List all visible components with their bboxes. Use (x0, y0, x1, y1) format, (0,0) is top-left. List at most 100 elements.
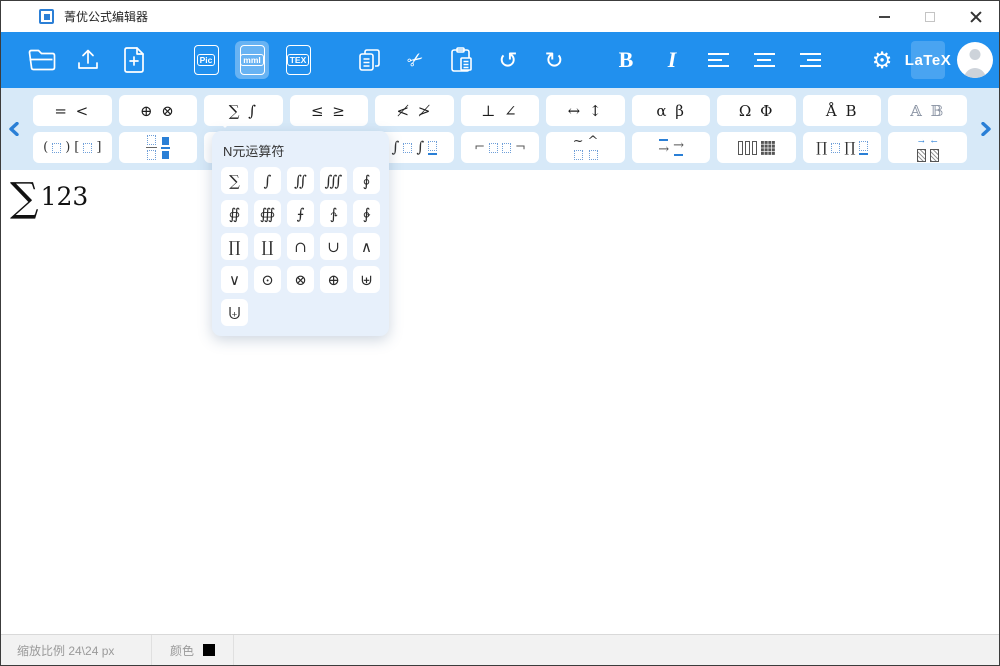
nary-operators-panel: N元运算符 ∑∫∬∭∮∯∰⨍∱∲∏∐∩∪∧∨⊙⊗⊕⊎⨄ (212, 131, 389, 336)
nary-operator-button[interactable]: ∮ (353, 167, 380, 194)
symbol-category-button[interactable]: ≤ ≥ (290, 95, 369, 126)
maximize-button[interactable] (907, 1, 953, 32)
nary-operator-button[interactable]: ∨ (221, 266, 248, 293)
palette-scroll-right[interactable] (973, 122, 999, 136)
export-tex-button[interactable]: TEX (281, 41, 315, 79)
nary-operator-button[interactable]: ∲ (353, 200, 380, 227)
symbol-category-button[interactable]: ∑ ∫ (204, 95, 283, 126)
paste-button[interactable] (445, 41, 479, 79)
formula-expression: 123 (41, 182, 89, 211)
align-left-button[interactable] (701, 41, 735, 79)
product-template-button[interactable] (803, 132, 882, 163)
nary-operator-button[interactable]: ⨍ (287, 200, 314, 227)
nary-operator-button[interactable]: ∭ (320, 167, 347, 194)
nary-operator-button[interactable]: ∧ (353, 233, 380, 260)
nary-operator-button[interactable]: ∱ (320, 200, 347, 227)
open-file-button[interactable] (25, 41, 59, 79)
nary-operator-button[interactable]: ∫ (254, 167, 281, 194)
nary-operator-button[interactable]: ∐ (254, 233, 281, 260)
gear-icon: ⚙ (872, 49, 893, 72)
integral-template-icon (392, 140, 400, 155)
status-bar: 缩放比例 24\24 px 颜色 (1, 634, 999, 665)
symbol-category-button[interactable]: ≮ ≯ (375, 95, 454, 126)
export-pic-button[interactable]: Pic (189, 41, 223, 79)
nary-operator-button[interactable]: ∰ (254, 200, 281, 227)
close-button[interactable] (953, 1, 999, 32)
symbol-category-button[interactable]: α β (632, 95, 711, 126)
redo-button[interactable]: ↻ (537, 41, 571, 79)
tex-file-icon: TEX (286, 45, 311, 75)
nary-operator-button[interactable]: ⊎ (353, 266, 380, 293)
nary-operator-button[interactable]: ⨄ (221, 299, 248, 326)
minimize-button[interactable] (861, 1, 907, 32)
color-swatch[interactable] (203, 644, 215, 656)
nary-operator-button[interactable]: ⊗ (287, 266, 314, 293)
sum-symbol: ∑ (10, 175, 39, 221)
pic-file-icon: Pic (194, 45, 219, 75)
arrow-template-icon (658, 139, 669, 156)
palette-category-row: = <⊕ ⊗∑ ∫≤ ≥≮ ≯⊥ ∠↔ ↕α βΩ ΦÅ B𝔸 𝔹 (33, 95, 967, 126)
nary-operator-button[interactable]: ⊙ (254, 266, 281, 293)
paren-template-icon (43, 141, 48, 154)
formula-editor-canvas[interactable]: ∑123 (1, 170, 999, 634)
undo-icon: ↺ (498, 49, 517, 72)
matrix-template-icon (738, 141, 757, 155)
nary-operator-button[interactable]: ∏ (221, 233, 248, 260)
new-formula-button[interactable] (117, 41, 151, 79)
chevron-left-icon (9, 122, 19, 136)
redo-icon: ↻ (544, 49, 563, 72)
align-right-icon (800, 53, 821, 67)
cut-button[interactable]: ✂ (399, 41, 433, 79)
nary-operator-button[interactable]: ⊕ (320, 266, 347, 293)
symbol-category-button[interactable]: ⊕ ⊗ (119, 95, 198, 126)
color-label: 颜色 (170, 642, 194, 659)
chevron-right-icon (981, 122, 991, 136)
nary-operator-button[interactable]: ∬ (287, 167, 314, 194)
symbol-category-button[interactable]: 𝔸 𝔹 (888, 95, 967, 126)
bold-button[interactable]: B (609, 41, 643, 79)
title-bar: 菁优公式编辑器 (1, 1, 999, 32)
bold-label: B (619, 47, 634, 73)
arrow-template-button[interactable] (632, 132, 711, 163)
italic-button[interactable]: I (655, 41, 689, 79)
palette-scroll-left[interactable] (1, 122, 27, 136)
brackets-template-button[interactable] (33, 132, 112, 163)
symbol-category-button[interactable]: ↔ ↕ (546, 95, 625, 126)
formula-content[interactable]: ∑123 (10, 178, 999, 218)
latex-mode-button[interactable]: LaTeX (911, 41, 945, 79)
window-title: 菁优公式编辑器 (64, 8, 148, 25)
upload-icon (75, 47, 101, 73)
accent-template-icon (573, 135, 584, 160)
symbol-category-button[interactable]: ⊥ ∠ (461, 95, 540, 126)
hatch-template-button[interactable] (888, 132, 967, 163)
fraction-template-button[interactable] (119, 132, 198, 163)
zoom-status: 缩放比例 24\24 px (1, 635, 151, 665)
settings-button[interactable]: ⚙ (865, 41, 899, 79)
close-icon (970, 11, 982, 23)
symbol-category-button[interactable]: Ω Φ (717, 95, 796, 126)
export-mml-button[interactable]: mml (235, 41, 269, 79)
align-left-icon (708, 53, 729, 67)
align-center-icon (754, 53, 775, 67)
export-button[interactable] (71, 41, 105, 79)
norm-template-icon (474, 141, 485, 154)
new-file-icon (121, 46, 147, 74)
align-right-button[interactable] (793, 41, 827, 79)
align-center-button[interactable] (747, 41, 781, 79)
matrix-template-button[interactable] (717, 132, 796, 163)
undo-button[interactable]: ↺ (491, 41, 525, 79)
symbol-category-button[interactable]: = < (33, 95, 112, 126)
clipboard-icon (448, 46, 476, 74)
norm-template-button[interactable] (461, 132, 540, 163)
nary-operator-button[interactable]: ∩ (287, 233, 314, 260)
copy-button[interactable] (353, 41, 387, 79)
window-controls (861, 1, 999, 32)
italic-label: I (668, 47, 677, 73)
accent-template-button[interactable] (546, 132, 625, 163)
avatar-person-icon (970, 49, 981, 60)
nary-operator-button[interactable]: ∑ (221, 167, 248, 194)
symbol-category-button[interactable]: Å B (803, 95, 882, 126)
nary-operator-button[interactable]: ∯ (221, 200, 248, 227)
nary-operator-button[interactable]: ∪ (320, 233, 347, 260)
user-avatar[interactable] (957, 42, 993, 78)
